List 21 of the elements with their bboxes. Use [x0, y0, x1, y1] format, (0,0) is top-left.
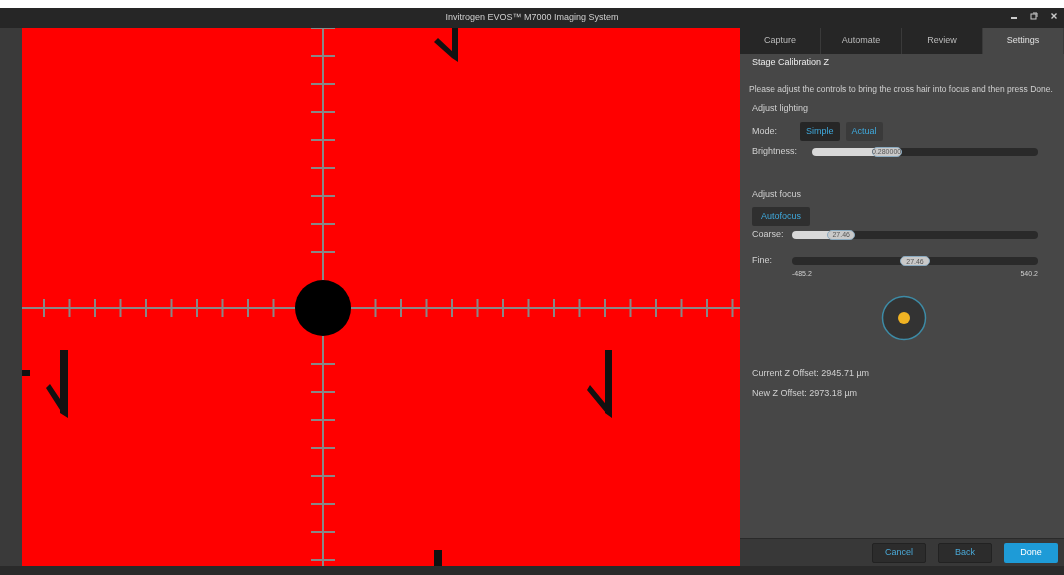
- section-heading: Adjust focus: [752, 188, 803, 202]
- panel-title: Stage Calibration Z: [752, 56, 831, 69]
- autofocus-button[interactable]: Autofocus: [752, 206, 811, 226]
- field-label: Fine:: [752, 254, 773, 268]
- current-offset-text: Current Z Offset: 2945.71 µm: [752, 367, 871, 381]
- field-label: Brightness:: [752, 144, 798, 158]
- footer-button[interactable]: Back: [938, 542, 992, 563]
- field-label: Coarse:: [752, 227, 785, 241]
- restore-icon[interactable]: [1030, 12, 1038, 20]
- window-title: Invitrogen EVOS™ M7000 Imaging System: [445, 11, 619, 25]
- close-icon[interactable]: [1050, 12, 1058, 20]
- tab[interactable]: Settings: [983, 28, 1064, 54]
- footer-button[interactable]: Done: [1004, 542, 1058, 563]
- footer-button[interactable]: Cancel: [872, 542, 926, 563]
- section-heading: Adjust lighting: [752, 102, 810, 116]
- focus-indicator-icon: [881, 295, 927, 342]
- mode-button[interactable]: Actual: [845, 121, 883, 141]
- new-offset-text: New Z Offset: 2973.18 µm: [752, 386, 859, 400]
- instruction-text: Please adjust the controls to bring the cross hair into focus and then press Done.: [749, 82, 1052, 96]
- field-label: Mode:: [752, 124, 778, 138]
- mode-button[interactable]: Simple: [800, 121, 840, 141]
